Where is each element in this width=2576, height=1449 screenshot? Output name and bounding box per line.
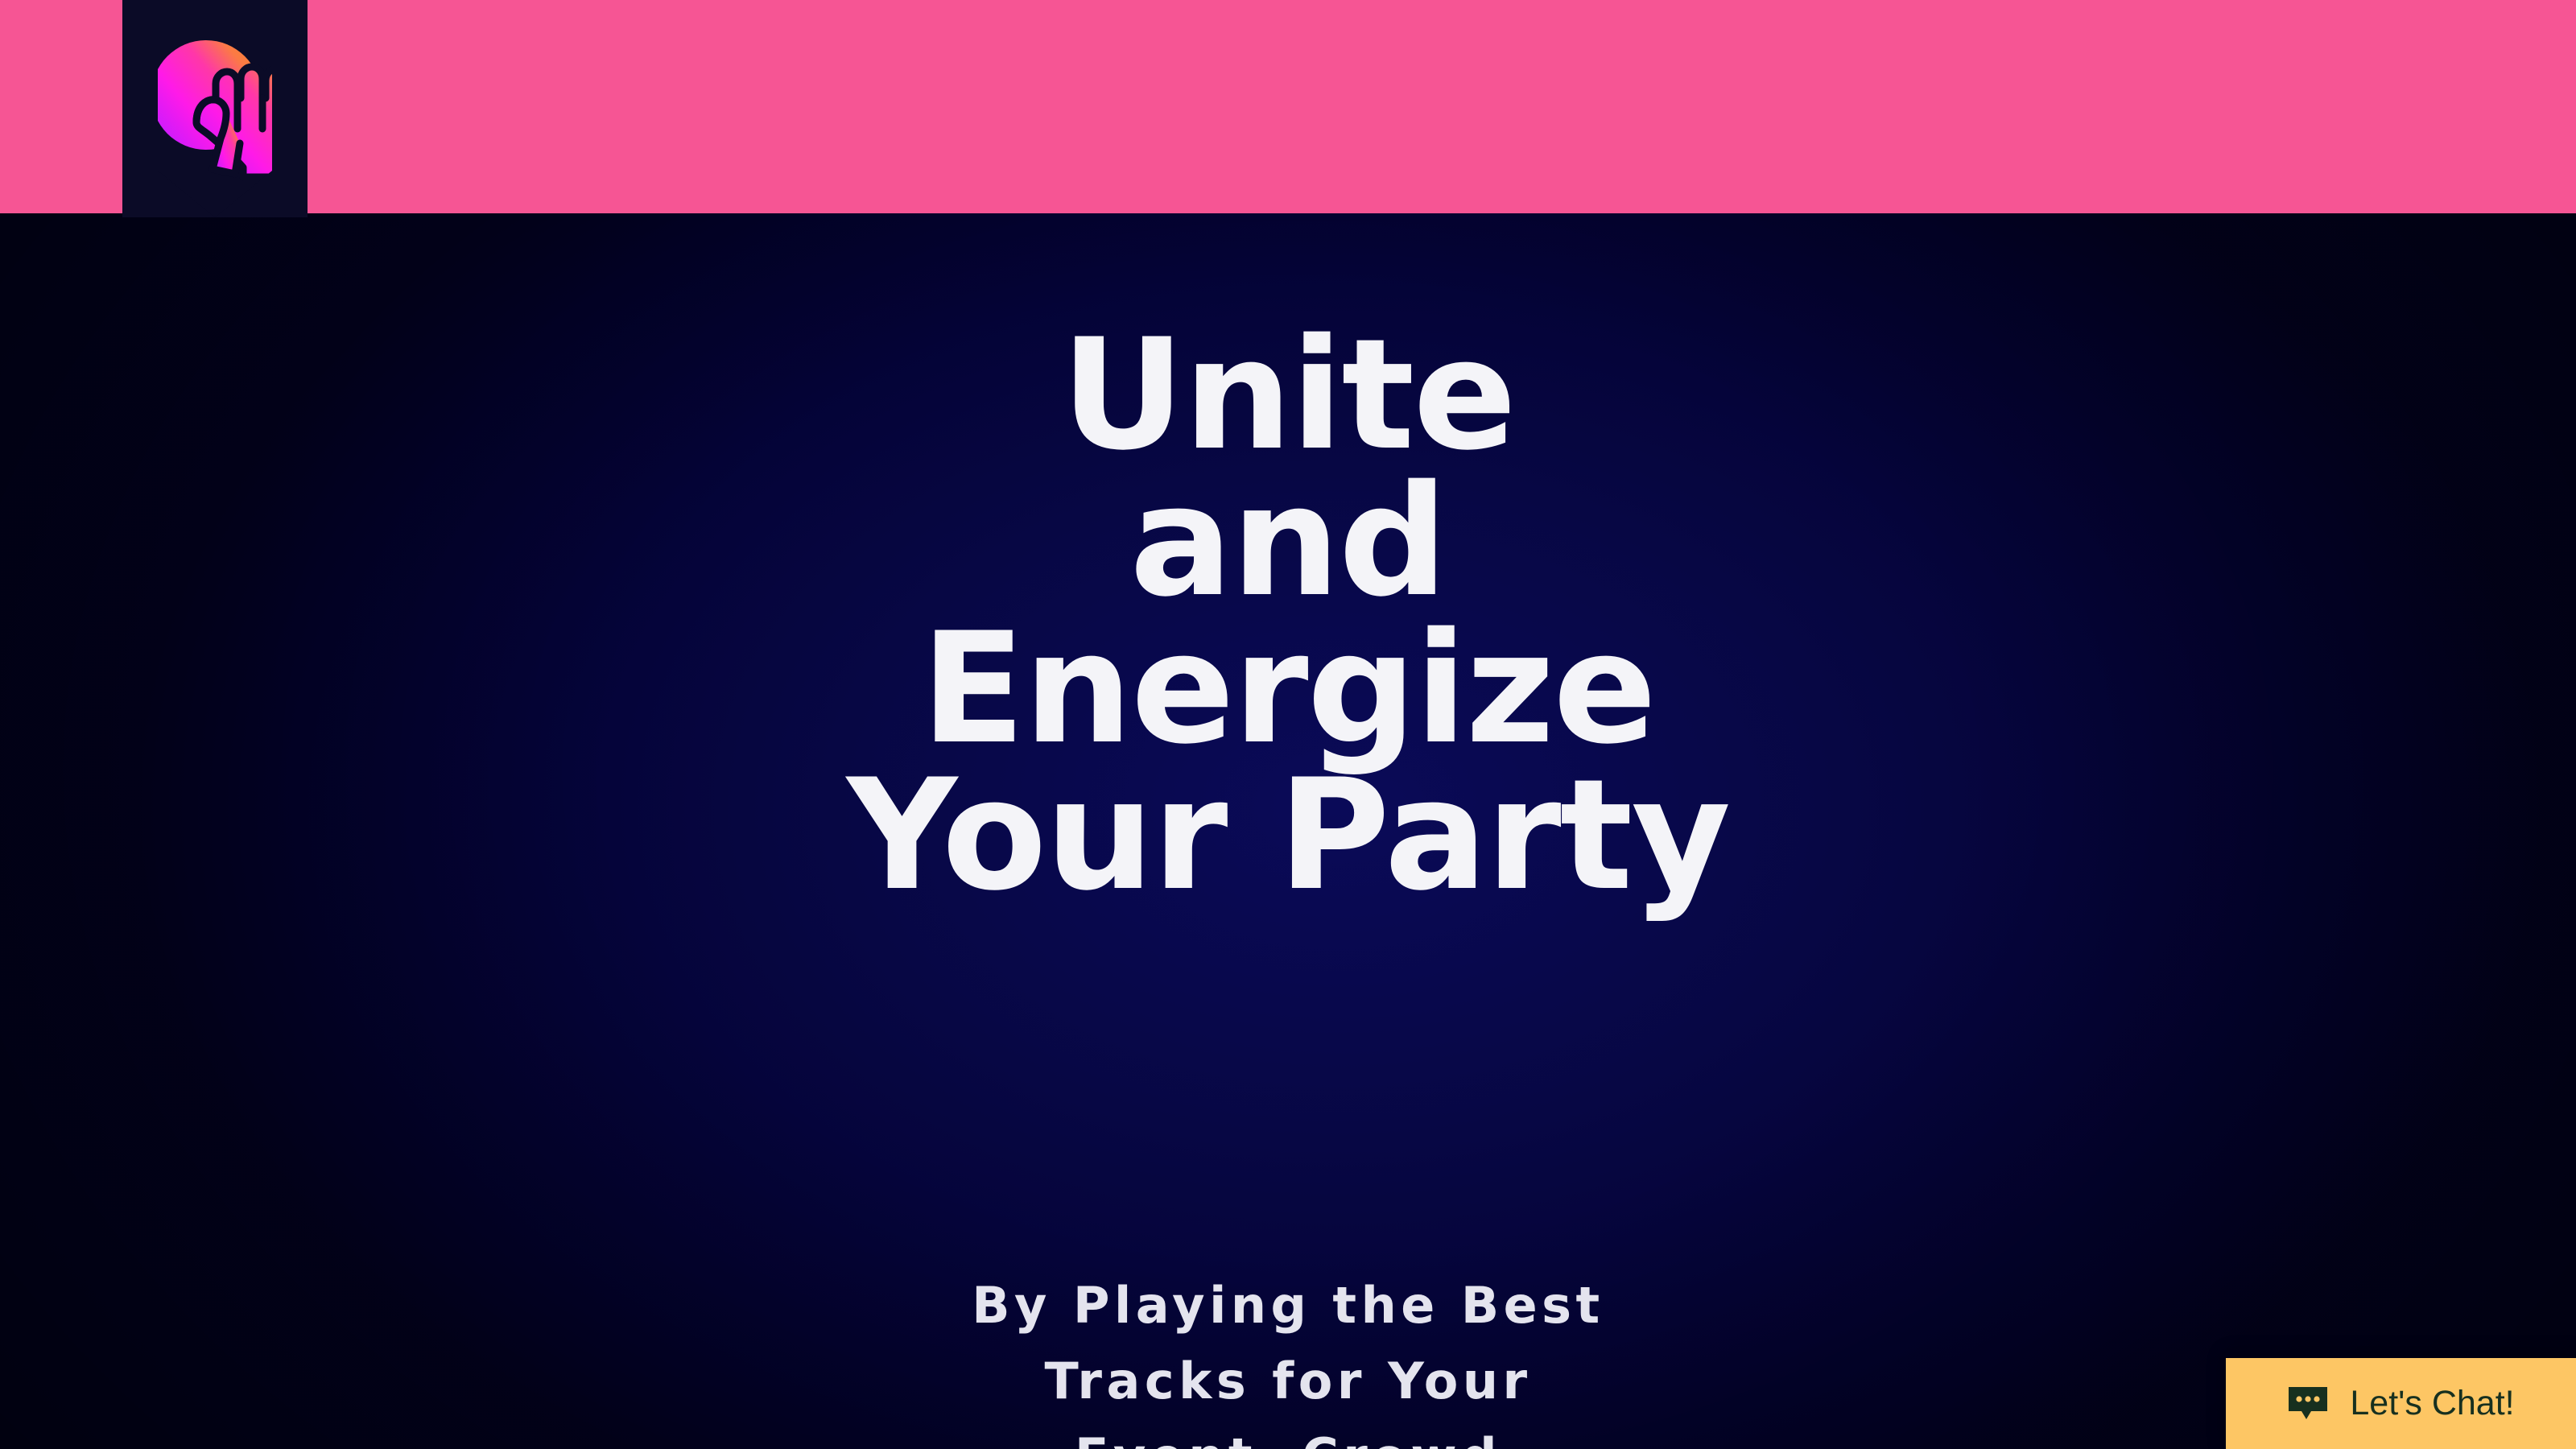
subhead-line-1: By Playing the Best [972, 1276, 1604, 1335]
hero-content: Unite and Energize Your Party By Playing… [0, 213, 2576, 1449]
hero-subheadline: By Playing the Best Tracks for Your Even… [0, 1268, 2576, 1449]
subhead-line-3: Event, Crowd [0, 1419, 2576, 1449]
chat-widget-label: Let's Chat! [2350, 1384, 2515, 1422]
headline-line-3: Energize [920, 599, 1657, 778]
brand-logo[interactable] [122, 0, 308, 217]
headline-line-1: Unite [1060, 306, 1517, 484]
site-header [0, 0, 2576, 213]
chat-widget-button[interactable]: Let's Chat! [2226, 1358, 2576, 1449]
subhead-line-2: Tracks for Your [1044, 1352, 1532, 1411]
page-root: Unite and Energize Your Party By Playing… [0, 0, 2576, 1449]
headline-line-2: and [1129, 452, 1447, 631]
headline-line-4: Your Party [846, 746, 1732, 925]
hero-headline: Unite and Energize Your Party [0, 306, 2576, 925]
chat-bubble-icon [2287, 1385, 2329, 1422]
